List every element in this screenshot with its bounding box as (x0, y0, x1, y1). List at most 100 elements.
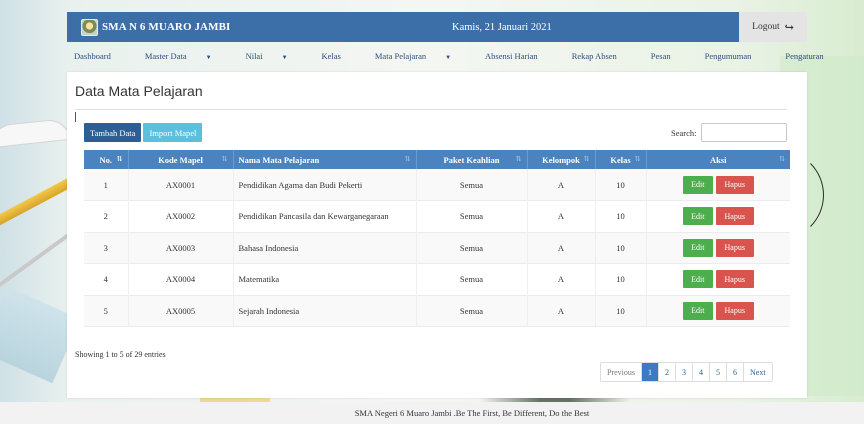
chevron-down-icon: ▼ (205, 55, 212, 61)
sort-icon: ⇅ (221, 155, 228, 163)
table-row: 1 AX0001 Pendidikan Agama dan Budi Pekerti… (84, 169, 790, 201)
edit-button[interactable]: Edit (682, 175, 713, 194)
row-number: 1 (84, 169, 129, 201)
school-logo-icon (81, 18, 98, 36)
edit-button[interactable]: Edit (682, 301, 713, 320)
column-header-no[interactable]: No. ⇅ (84, 150, 129, 169)
search-box: Search: (671, 123, 787, 142)
column-header-aksi[interactable]: Aksi ⇅ (646, 150, 790, 169)
column-header-kelompok[interactable]: Kelompok ⇅ (527, 150, 596, 169)
kelompok-cell: A (527, 200, 596, 232)
sort-icon: ⇅ (116, 155, 123, 163)
title-divider (75, 109, 787, 110)
sort-icon: ⇅ (515, 155, 522, 163)
pagination-page-4[interactable]: 4 (693, 363, 710, 381)
column-header-kode[interactable]: Kode Mapel ⇅ (128, 150, 234, 169)
column-header-paket[interactable]: Paket Keahlian ⇅ (416, 150, 528, 169)
add-data-button[interactable]: Tambah Data (84, 123, 142, 142)
menu-item-dashboard[interactable]: Dashboard (74, 51, 128, 61)
menu-item-absensi-harian[interactable]: Absensi Harian (485, 51, 555, 61)
delete-button[interactable]: Hapus (715, 207, 754, 226)
edit-button[interactable]: Edit (682, 238, 713, 257)
sort-icon: ⇅ (634, 155, 641, 163)
paket-keahlian-cell: Semua (416, 263, 528, 295)
chevron-down-icon: ▼ (281, 55, 288, 61)
sort-icon: ⇅ (404, 155, 411, 163)
current-date: Kamis, 21 Januari 2021 (452, 21, 552, 33)
menu-item-nilai[interactable]: Nilai ▼ (246, 51, 305, 61)
sort-icon: ⇅ (583, 155, 590, 163)
main-menu: Dashboard Master Data ▼ Nilai ▼ Kelas Mata Pel… (67, 46, 824, 66)
kelas-cell: 10 (595, 295, 647, 327)
top-navbar: SMA N 6 MUARO JAMBI Kamis, 21 Januari 20… (67, 12, 807, 42)
nama-mapel-cell: Matematika (233, 263, 417, 295)
kode-mapel-cell: AX0005 (128, 295, 234, 327)
edit-button[interactable]: Edit (682, 207, 713, 226)
sort-icon: ⇅ (779, 155, 785, 163)
paket-keahlian-cell: Semua (416, 232, 528, 264)
table-row: 2 AX0002 Pendidikan Pancasila dan Kewargan… (84, 200, 790, 233)
table-row: 5 AX0005 Sejarah Indonesia Semua A 10 Edit Hapu… (84, 295, 790, 327)
delete-button[interactable]: Hapus (715, 301, 754, 320)
menu-item-master-data[interactable]: Master Data ▼ (145, 51, 229, 61)
kode-mapel-cell: AX0001 (128, 169, 234, 201)
import-mapel-button[interactable]: Import Mapel (143, 123, 203, 142)
pagination-page-6[interactable]: 6 (727, 363, 744, 381)
text-cursor (75, 112, 76, 122)
kode-mapel-cell: AX0002 (128, 200, 234, 232)
kelas-cell: 10 (595, 200, 647, 232)
subjects-table: No. ⇅ Kode Mapel ⇅ Nama Mata Pelajaran ⇅ Pa… (84, 150, 790, 327)
pagination-page-2[interactable]: 2 (659, 363, 676, 381)
menu-item-pengumuman[interactable]: Pengumuman (705, 51, 769, 61)
delete-button[interactable]: Hapus (715, 175, 754, 194)
aksi-cell: Edit Hapus (646, 169, 790, 201)
logout-button[interactable]: Logout ↪ (739, 12, 807, 42)
edit-button[interactable]: Edit (682, 270, 713, 289)
nama-mapel-cell: Sejarah Indonesia (233, 295, 417, 327)
menu-item-pengaturan[interactable]: Pengaturan (785, 51, 840, 61)
row-number: 5 (84, 295, 129, 327)
pagination-previous[interactable]: Previous (601, 363, 642, 381)
logout-icon: ↪ (784, 21, 794, 34)
aksi-cell: Edit Hapus (646, 201, 790, 233)
search-input[interactable] (700, 123, 787, 142)
nama-mapel-cell: Bahasa Indonesia (233, 232, 417, 264)
nama-mapel-cell: Pendidikan Agama dan Budi Pekerti (233, 169, 417, 201)
menu-item-kelas[interactable]: Kelas (322, 51, 358, 61)
delete-button[interactable]: Hapus (715, 270, 754, 289)
menu-item-rekap-absen[interactable]: Rekap Absen (572, 51, 634, 61)
logout-label: Logout (752, 22, 780, 32)
delete-button[interactable]: Hapus (715, 238, 754, 257)
kode-mapel-cell: AX0004 (128, 263, 234, 295)
column-header-kelas[interactable]: Kelas ⇅ (595, 150, 647, 169)
aksi-cell: Edit Hapus (646, 264, 790, 296)
pagination-page-1[interactable]: 1 (642, 363, 659, 381)
table-header-row: No. ⇅ Kode Mapel ⇅ Nama Mata Pelajaran ⇅ Pa… (84, 150, 790, 169)
footer-text: SMA Negeri 6 Muaro Jambi .Be The First, … (354, 408, 590, 418)
search-label: Search: (671, 127, 697, 138)
kode-mapel-cell: AX0003 (128, 232, 234, 264)
kelompok-cell: A (527, 169, 596, 201)
row-number: 4 (84, 263, 129, 295)
menu-item-pesan[interactable]: Pesan (651, 51, 688, 61)
pagination-page-5[interactable]: 5 (710, 363, 727, 381)
table-row: 3 AX0003 Bahasa Indonesia Semua A 10 Edit Hapus (84, 232, 790, 264)
entries-info: Showing 1 to 5 of 29 entries (75, 350, 166, 359)
page-title: Data Mata Pelajaran (75, 83, 203, 99)
paket-keahlian-cell: Semua (416, 169, 528, 201)
column-header-nama[interactable]: Nama Mata Pelajaran ⇅ (233, 150, 417, 169)
brand[interactable]: SMA N 6 MUARO JAMBI (67, 18, 367, 36)
menu-item-mata-pelajaran[interactable]: Mata Pelajaran ▼ (375, 51, 468, 61)
pagination-next[interactable]: Next (744, 363, 772, 381)
brand-name: SMA N 6 MUARO JAMBI (102, 21, 231, 33)
row-number: 3 (84, 232, 129, 264)
paket-keahlian-cell: Semua (416, 295, 528, 327)
kelas-cell: 10 (595, 263, 647, 295)
pagination-page-3[interactable]: 3 (676, 363, 693, 381)
kelompok-cell: A (527, 263, 596, 295)
kelompok-cell: A (527, 295, 596, 327)
nama-mapel-cell: Pendidikan Pancasila dan Kewarganegaraan (233, 200, 417, 232)
aksi-cell: Edit Hapus (646, 295, 790, 327)
kelompok-cell: A (527, 232, 596, 264)
table-row: 4 AX0004 Matematika Semua A 10 Edit Hapus (84, 263, 790, 296)
